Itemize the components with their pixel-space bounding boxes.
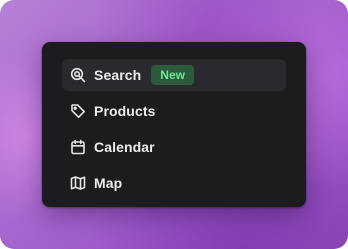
menu-item-calendar[interactable]: Calendar [62, 131, 286, 163]
menu-item-label: Calendar [94, 139, 155, 155]
menu-item-label: Products [94, 103, 156, 119]
background-canvas: Search New Products Calendar Map [0, 0, 348, 249]
menu-item-map[interactable]: Map [62, 167, 286, 199]
tag-icon [70, 103, 86, 119]
menu-item-label: Map [94, 175, 123, 191]
search-icon [70, 67, 86, 83]
new-badge: New [151, 65, 194, 85]
menu-item-search[interactable]: Search New [62, 59, 286, 91]
calendar-icon [70, 139, 86, 155]
command-menu: Search New Products Calendar Map [42, 42, 306, 207]
menu-item-label: Search [94, 67, 142, 83]
map-icon [70, 175, 86, 191]
menu-item-products[interactable]: Products [62, 95, 286, 127]
